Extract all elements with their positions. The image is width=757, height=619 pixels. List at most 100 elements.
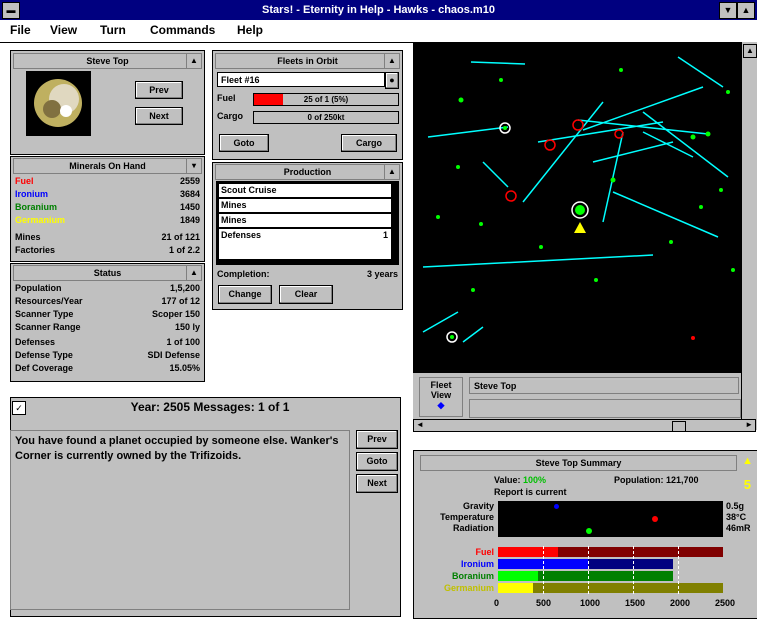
cargo-label: Cargo [217, 111, 244, 121]
scroll-up-icon[interactable]: ▲ [743, 44, 757, 58]
queue-item[interactable]: Scout Cruise [219, 184, 391, 197]
planet-name: Steve Top [86, 56, 129, 66]
galaxy-map-svg[interactable] [413, 42, 741, 372]
status-panel: Status ▲ Population 1,5,200 Resources/Yea… [10, 263, 205, 382]
habitat-values: 0.5g 38°C 46mR [726, 501, 751, 533]
message-header: Year: 2505 Messages: 1 of 1 [130, 400, 290, 414]
temperature-marker [652, 516, 658, 522]
completion-label: Completion: [217, 269, 270, 279]
fleet-view-icon: ◆ [437, 400, 445, 410]
cargo-bar: 0 of 250kt [253, 111, 399, 124]
clear-button[interactable]: Clear [279, 285, 333, 304]
goto-fleet-button[interactable]: Goto [219, 134, 269, 152]
scroll-left-icon[interactable]: ◄ [416, 420, 424, 429]
production-queue[interactable]: Scout Cruise Mines Mines Defenses 1 [216, 181, 399, 265]
completion-value: 3 years [366, 269, 398, 279]
production-panel: Production ▲ Scout Cruise Mines Mines De… [212, 162, 403, 310]
menu-help[interactable]: Help [237, 23, 263, 37]
system-menu-icon[interactable]: ▬ [2, 2, 20, 19]
scroll-thumb[interactable] [672, 421, 686, 432]
cargo-button[interactable]: Cargo [341, 134, 397, 152]
planet-panel-header: Steve Top ▲ [13, 53, 202, 69]
fleet-view-toggle[interactable]: Fleet View ◆ [419, 377, 463, 417]
menu-view[interactable]: View [50, 23, 77, 37]
next-message-button[interactable]: Next [356, 474, 398, 493]
factories-row: Factories 1 of 2.2 [15, 245, 200, 255]
minerals-panel: Minerals On Hand ▾ Fuel 2559 Ironium 3684 … [10, 156, 205, 262]
map-footer: Fleet View ◆ Steve Top [413, 372, 741, 420]
next-planet-button[interactable]: Next [135, 107, 183, 125]
status-collapse-icon[interactable]: ▲ [186, 266, 201, 280]
fleet-select[interactable]: Fleet #16 [217, 72, 385, 87]
change-button[interactable]: Change [218, 285, 272, 304]
status-row: Population 1,5,200 [15, 283, 200, 293]
map-info-field [469, 399, 741, 418]
queue-item[interactable]: Defenses 1 [219, 229, 391, 259]
mineral-axis: 0 500 1000 1500 2000 2500 [494, 598, 736, 608]
planet-panel: Steve Top ▲ Prev Next [10, 50, 205, 155]
mineral-row: Germanium 1849 [15, 215, 200, 225]
goto-message-button[interactable]: Goto [356, 452, 398, 471]
status-row: Scanner Range 150 ly [15, 322, 200, 332]
map-location-label: Steve Top [469, 377, 739, 394]
status-row: Defense Type SDI Defense [15, 350, 200, 360]
population-row: Population: 121,700 [614, 475, 699, 485]
message-filter-icon[interactable]: ✓ [12, 401, 26, 415]
habitat-chart [498, 501, 723, 537]
radiation-marker [586, 528, 592, 534]
status-header: Status ▲ [13, 265, 202, 281]
mines-row: Mines 21 of 121 [15, 232, 200, 242]
status-row: Resources/Year 177 of 12 [15, 296, 200, 306]
title-bar: ▬ Stars! - Eternity in Help - Hawks - ch… [0, 0, 757, 20]
fuel-label: Fuel [217, 93, 236, 103]
fleets-header: Fleets in Orbit ▲ [215, 53, 400, 69]
summary-collapse-icon[interactable]: ▲ [742, 455, 753, 467]
production-collapse-icon[interactable]: ▲ [384, 165, 399, 179]
cargo-value: 0 of 250kt [307, 113, 345, 122]
prev-planet-button[interactable]: Prev [135, 81, 183, 99]
map-vertical-scrollbar[interactable]: ▲ [741, 42, 757, 430]
mineral-row: Boranium 1450 [15, 202, 200, 212]
menu-bar: File View Turn Commands Help [0, 20, 757, 43]
planet-image [26, 71, 91, 136]
mineral-bar-labels: Fuel Ironium Boranium Germanium [443, 547, 494, 593]
collapse-icon[interactable]: ▲ [186, 54, 201, 68]
fleets-panel: Fleets in Orbit ▲ Fleet #16 ● Fuel 25 of… [212, 50, 403, 160]
fuel-value: 25 of 1 (5%) [303, 95, 349, 104]
minerals-header: Minerals On Hand ▾ [13, 158, 202, 174]
status-row: Def Coverage 15.05% [15, 363, 200, 373]
window-title: Stars! - Eternity in Help - Hawks - chao… [262, 4, 495, 16]
summary-header: Steve Top Summary [420, 455, 737, 471]
menu-turn[interactable]: Turn [100, 23, 126, 37]
mineral-bar-chart [498, 546, 723, 594]
report-status: Report is current [494, 487, 567, 497]
value-row: Value: 100% [494, 475, 547, 485]
boranium-bar-value [498, 571, 538, 581]
minimize-button[interactable]: ▼ [719, 2, 737, 19]
mineral-row: Fuel 2559 [15, 176, 200, 186]
queue-item[interactable]: Mines [219, 199, 391, 212]
menu-file[interactable]: File [10, 23, 31, 37]
map-horizontal-scrollbar[interactable]: ◄ ► [413, 419, 756, 432]
summary-panel: Steve Top Summary ▲ 5 Value: 100% Popula… [413, 450, 757, 619]
fleets-collapse-icon[interactable]: ▲ [384, 54, 399, 68]
scroll-right-icon[interactable]: ► [745, 420, 753, 429]
planet-graphic-icon [34, 79, 82, 127]
queue-item[interactable]: Mines [219, 214, 391, 227]
habitat-labels: Gravity Temperature Radiation [440, 501, 494, 533]
message-text: You have found a planet occupied by some… [10, 430, 350, 610]
fuel-bar: 25 of 1 (5%) [253, 93, 399, 106]
fuel-bar-value [498, 547, 558, 557]
fleet-dropdown-icon[interactable]: ● [385, 72, 399, 89]
mineral-row: Ironium 3684 [15, 189, 200, 199]
prev-message-button[interactable]: Prev [356, 430, 398, 449]
menu-commands[interactable]: Commands [150, 23, 215, 37]
gravity-marker [554, 504, 559, 509]
production-header: Production ▲ [215, 164, 400, 180]
planet-icon-indicator: 5 [743, 477, 751, 492]
galaxy-map[interactable] [413, 42, 741, 372]
fleet-marker-icon [574, 222, 586, 233]
minerals-toggle-icon[interactable]: ▾ [186, 159, 201, 173]
status-row: Defenses 1 of 100 [15, 337, 200, 347]
maximize-button[interactable]: ▲ [737, 2, 755, 19]
